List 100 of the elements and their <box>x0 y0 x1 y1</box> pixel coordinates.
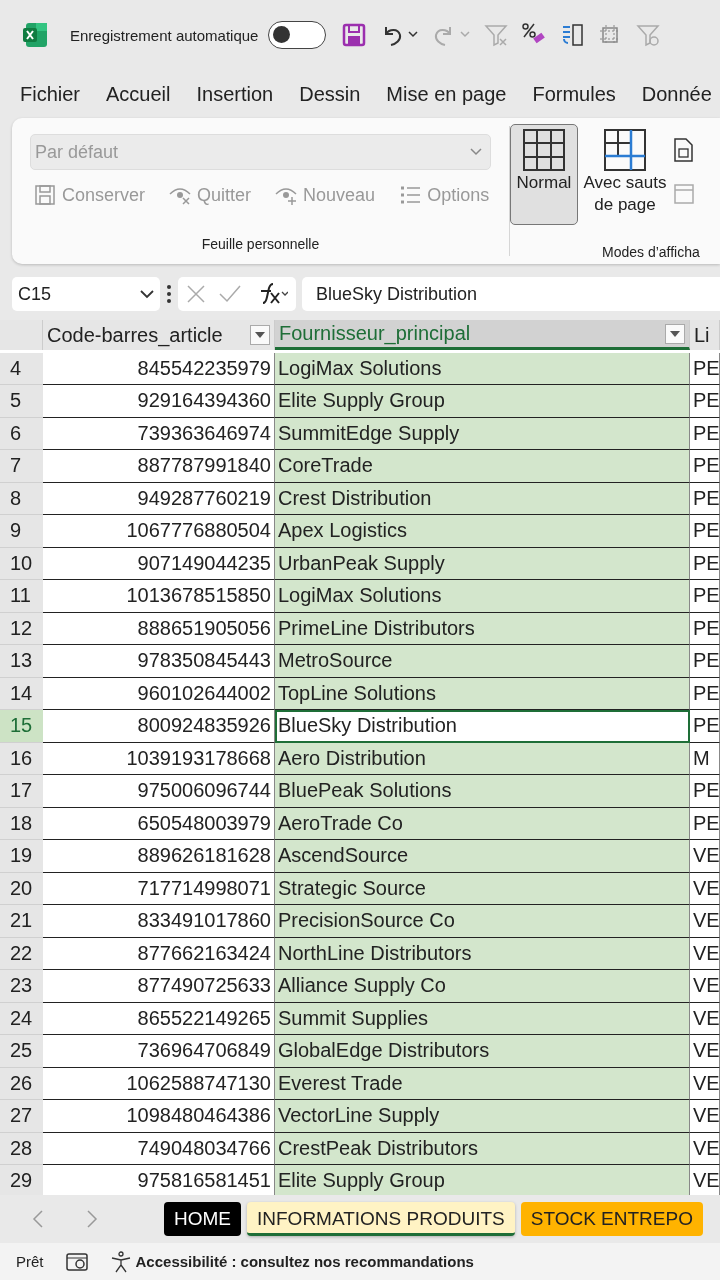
row-header[interactable]: 26 <box>0 1067 43 1100</box>
table-cell[interactable]: Aero Distribution <box>275 742 690 775</box>
table-cell[interactable]: PE <box>690 547 720 580</box>
table-cell[interactable]: MetroSource <box>275 645 690 678</box>
table-cell[interactable]: VE <box>690 1035 720 1068</box>
autosave-toggle[interactable] <box>268 21 327 49</box>
table-cell[interactable]: VE <box>690 905 720 938</box>
row-header[interactable]: 22 <box>0 937 43 970</box>
table-cell[interactable]: Elite Supply Group <box>275 385 690 418</box>
row-header[interactable]: 5 <box>0 385 43 418</box>
view-mode-button[interactable]: Normal <box>510 124 578 226</box>
table-cell[interactable]: Elite Supply Group <box>275 1165 690 1195</box>
row-header[interactable]: 25 <box>0 1035 43 1068</box>
check-icon[interactable] <box>218 284 242 304</box>
table-cell[interactable]: SummitEdge Supply <box>275 417 690 450</box>
table-cell[interactable]: VE <box>690 970 720 1003</box>
table-cell[interactable]: BluePeak Solutions <box>275 775 690 808</box>
table-cell[interactable]: PE <box>690 775 720 808</box>
table-cell[interactable]: M <box>690 742 720 775</box>
table-cell[interactable]: PE <box>690 710 720 743</box>
row-header[interactable]: 21 <box>0 905 43 938</box>
menu-tab[interactable]: Insertion <box>196 82 274 106</box>
table-cell[interactable]: PE <box>690 645 720 678</box>
row-header[interactable]: 11 <box>0 580 43 613</box>
row-header[interactable]: 24 <box>0 1002 43 1035</box>
menu-tab[interactable]: Fichier <box>20 82 80 106</box>
row-header[interactable]: 23 <box>0 970 43 1003</box>
sheet-tab[interactable]: HOME <box>164 1202 241 1236</box>
table-cell[interactable]: PE <box>690 482 720 515</box>
row-header[interactable]: 9 <box>0 515 43 548</box>
table-cell[interactable]: PE <box>690 450 720 483</box>
menu-tab[interactable]: Mise en page <box>386 82 507 106</box>
table-cell[interactable]: VectorLine Supply <box>275 1100 690 1133</box>
table-cell[interactable]: VE <box>690 937 720 970</box>
menu-tab[interactable]: Formules <box>532 82 616 106</box>
row-header[interactable]: 6 <box>0 417 43 450</box>
row-header[interactable]: 4 <box>0 352 43 385</box>
table-cell[interactable]: AscendSource <box>275 840 690 873</box>
table-cell[interactable]: Summit Supplies <box>275 1002 690 1035</box>
page-layout-icon[interactable] <box>672 138 694 162</box>
table-cell[interactable]: VE <box>690 1132 720 1165</box>
menu-tab[interactable]: Dessin <box>299 82 361 106</box>
table-cell[interactable]: VE <box>690 840 720 873</box>
row-header[interactable]: 27 <box>0 1100 43 1133</box>
table-cell[interactable]: Crest Distribution <box>275 482 690 515</box>
table-cell[interactable]: PE <box>690 580 720 613</box>
columns-icon[interactable] <box>560 23 585 47</box>
row-header[interactable]: 10 <box>0 547 43 580</box>
table-cell[interactable]: CoreTrade <box>275 450 690 483</box>
more-options-icon[interactable] <box>166 284 172 304</box>
table-cell[interactable]: VE <box>690 1067 720 1100</box>
table-cell[interactable]: NorthLine Distributors <box>275 937 690 970</box>
menu-tab[interactable]: Donnée <box>641 82 712 106</box>
row-header[interactable]: 12 <box>0 612 43 645</box>
table-cell[interactable]: PrimeLine Distributors <box>275 612 690 645</box>
table-cell[interactable]: PrecisionSource Co <box>275 905 690 938</box>
table-cell[interactable]: Alliance Supply Co <box>275 970 690 1003</box>
column-header[interactable]: Fournisseur_principal <box>275 320 690 350</box>
camera-icon[interactable] <box>65 1251 88 1272</box>
table-cell[interactable]: LogiMax Solutions <box>275 580 690 613</box>
row-header[interactable]: 14 <box>0 677 43 710</box>
row-header[interactable]: 20 <box>0 872 43 905</box>
column-header[interactable]: Code-barres_article <box>43 320 275 350</box>
table-cell[interactable]: PE <box>690 417 720 450</box>
row-header[interactable]: 28 <box>0 1132 43 1165</box>
row-header[interactable]: 17 <box>0 775 43 808</box>
row-header[interactable]: 19 <box>0 840 43 873</box>
sheet-tab[interactable]: INFORMATIONS PRODUITS <box>247 1202 515 1236</box>
column-header[interactable]: Li <box>690 320 720 350</box>
table-cell[interactable]: VE <box>690 1002 720 1035</box>
table-cell[interactable]: CrestPeak Distributors <box>275 1132 690 1165</box>
row-header[interactable]: 18 <box>0 807 43 840</box>
table-cell[interactable]: PE <box>690 515 720 548</box>
row-header[interactable]: 8 <box>0 482 43 515</box>
table-cell[interactable]: BlueSky Distribution <box>275 710 690 743</box>
save-icon[interactable] <box>342 23 367 47</box>
view-mode-button[interactable]: Avec sauts de page <box>582 124 668 226</box>
accessibility-icon[interactable] <box>109 1250 132 1273</box>
table-cell[interactable]: UrbanPeak Supply <box>275 547 690 580</box>
table-cell[interactable]: GlobalEdge Distributors <box>275 1035 690 1068</box>
table-cell[interactable]: PE <box>690 807 720 840</box>
filter-button[interactable] <box>665 323 685 344</box>
table-cell[interactable]: VE <box>690 872 720 905</box>
table-cell[interactable]: VE <box>690 1100 720 1133</box>
table-cell[interactable]: PE <box>690 352 720 385</box>
table-cell[interactable]: PE <box>690 385 720 418</box>
table-cell[interactable]: TopLine Solutions <box>275 677 690 710</box>
table-cell[interactable]: PE <box>690 612 720 645</box>
table-cell[interactable]: LogiMax Solutions <box>275 352 690 385</box>
accessibility-status[interactable]: Accessibilité : consultez nos recommandations <box>135 1253 474 1270</box>
row-header[interactable]: 29 <box>0 1165 43 1195</box>
menu-tab[interactable]: Accueil <box>106 82 171 106</box>
sheet-tab[interactable]: STOCK ENTREPO <box>520 1202 703 1236</box>
table-cell[interactable]: AeroTrade Co <box>275 807 690 840</box>
formula-field[interactable]: BlueSky Distribution <box>302 277 720 311</box>
row-header[interactable]: 15 <box>0 710 43 743</box>
table-cell[interactable]: Strategic Source <box>275 872 690 905</box>
name-box[interactable]: C15 <box>12 277 160 311</box>
row-header[interactable]: 16 <box>0 742 43 775</box>
table-cell[interactable]: Apex Logistics <box>275 515 690 548</box>
